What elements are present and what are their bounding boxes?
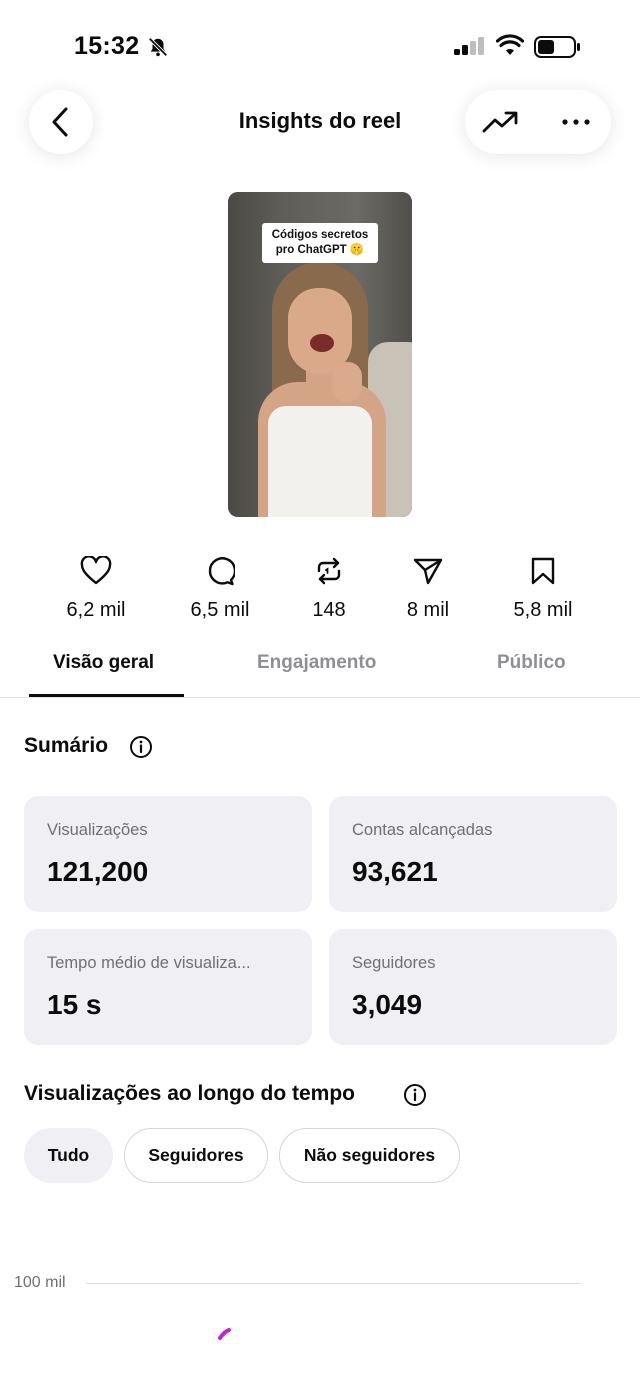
saves-stat: 5,8 mil (493, 555, 593, 622)
reposts-count: 148 (312, 599, 346, 621)
avg-watch-time-card[interactable]: Tempo médio de visualiza... 15 s (24, 929, 312, 1045)
tab-audience[interactable]: Público (497, 652, 566, 674)
thumbnail-caption: Códigos secretos pro ChatGPT 🤫 (262, 223, 378, 263)
shares-stat: 8 mil (378, 555, 478, 622)
filter-all-chip[interactable]: Tudo (24, 1128, 113, 1183)
likes-count: 6,2 mil (66, 599, 126, 621)
tabs-divider (0, 697, 640, 698)
comments-stat: 6,5 mil (170, 555, 270, 622)
tab-overview[interactable]: Visão geral (53, 652, 154, 674)
repost-icon (317, 557, 341, 585)
info-icon[interactable] (403, 1083, 427, 1107)
card-label: Visualizações (47, 821, 148, 839)
card-label: Seguidores (352, 954, 436, 972)
share-icon (413, 558, 443, 585)
card-value: 121,200 (47, 856, 149, 887)
caption-line-2: pro ChatGPT 🤫 (275, 244, 365, 256)
shares-count: 8 mil (406, 599, 450, 621)
saves-count: 5,8 mil (513, 599, 573, 621)
trending-up-icon (482, 111, 518, 133)
card-value: 93,621 (352, 856, 438, 887)
comment-icon (208, 557, 235, 586)
chart-gridline (86, 1283, 581, 1284)
bookmark-icon (531, 557, 555, 585)
summary-title: Sumário (24, 734, 109, 757)
header-actions (465, 90, 611, 154)
reel-insights-screen: 15:32 Insights do reel Códigos secretos … (0, 0, 640, 1390)
trending-button[interactable] (481, 107, 519, 137)
status-time: 15:32 (74, 32, 140, 60)
card-label: Tempo médio de visualiza... (47, 954, 251, 972)
accounts-reached-card[interactable]: Contas alcançadas 93,621 (329, 796, 617, 912)
views-over-time-title: Visualizações ao longo do tempo (24, 1082, 356, 1105)
caption-line-1: Códigos secretos (271, 229, 369, 241)
card-label: Contas alcançadas (352, 821, 493, 839)
likes-stat: 6,2 mil (46, 555, 146, 622)
reel-thumbnail[interactable]: Códigos secretos pro ChatGPT 🤫 (228, 192, 412, 517)
reposts-stat: 148 (279, 555, 379, 622)
wifi-icon (496, 34, 524, 55)
card-value: 3,049 (352, 989, 423, 1020)
y-axis-tick: 100 mil (14, 1274, 66, 1291)
more-icon (562, 119, 590, 125)
views-chart (218, 1328, 231, 1340)
card-value: 15 s (47, 989, 102, 1020)
heart-icon (80, 556, 112, 585)
info-icon[interactable] (129, 735, 153, 759)
comments-count: 6,5 mil (190, 599, 250, 621)
views-line (218, 1328, 231, 1340)
tab-engagement[interactable]: Engajamento (257, 652, 376, 674)
followers-card[interactable]: Seguidores 3,049 (329, 929, 617, 1045)
bell-muted-icon (148, 37, 168, 57)
filter-non-followers-chip[interactable]: Não seguidores (279, 1128, 460, 1183)
views-card[interactable]: Visualizações 121,200 (24, 796, 312, 912)
battery-icon (534, 36, 580, 58)
more-options-button[interactable] (557, 107, 595, 137)
filter-followers-chip[interactable]: Seguidores (124, 1128, 268, 1183)
cellular-signal-icon (454, 37, 484, 55)
